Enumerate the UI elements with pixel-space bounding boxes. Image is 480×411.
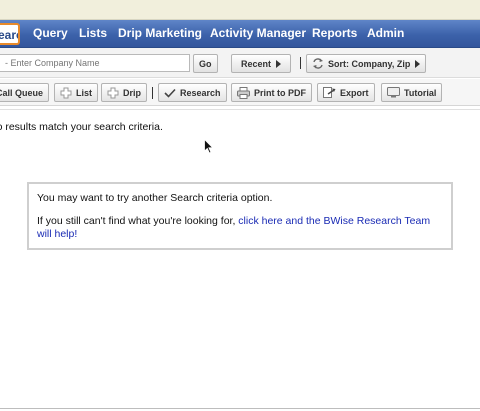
sort-button[interactable]: Sort: Company, Zip [306, 54, 427, 73]
refresh-sort-icon [313, 58, 323, 69]
search-bar: Go Recent Sort: Company, Zip [0, 48, 480, 78]
call-queue-label: Call Queue [0, 87, 44, 98]
action-toolbar: Call Queue List Drip Research Print to P… [0, 79, 480, 106]
mouse-cursor-icon [204, 139, 214, 154]
export-button[interactable]: Export [317, 83, 375, 102]
print-to-pdf-button[interactable]: Print to PDF [231, 83, 312, 102]
checkmark-icon [164, 88, 176, 98]
caret-right-icon [415, 59, 421, 68]
printer-icon [237, 86, 250, 99]
list-label: List [76, 87, 93, 98]
export-label: Export [340, 87, 369, 98]
tab-drip-marketing[interactable]: Drip Marketing [118, 26, 202, 40]
divider [0, 109, 480, 110]
add-drip-button[interactable]: Drip [101, 83, 147, 102]
research-label: Research [180, 87, 221, 98]
no-results-text: No results match your search criteria. [0, 121, 163, 133]
sort-label: Sort: Company, Zip [328, 58, 411, 69]
tutorial-label: Tutorial [404, 87, 437, 98]
plus-icon [107, 87, 119, 98]
message-suggestion: You may want to try another Search crite… [37, 192, 273, 204]
separator [300, 57, 301, 69]
tab-activity-manager[interactable]: Activity Manager [210, 26, 306, 40]
print-label: Print to PDF [254, 87, 306, 98]
tab-search[interactable]: Search [0, 23, 20, 45]
tab-query[interactable]: Query [33, 26, 68, 40]
message-help: If you still can't find what you're look… [37, 215, 447, 241]
tutorial-button[interactable]: Tutorial [381, 83, 443, 102]
caret-right-icon [276, 59, 281, 68]
no-results-message-box: You may want to try another Search crite… [27, 182, 453, 250]
tab-lists[interactable]: Lists [79, 26, 107, 40]
separator [152, 87, 153, 99]
company-name-input[interactable] [0, 54, 190, 72]
go-button[interactable]: Go [193, 54, 218, 73]
recent-label: Recent [240, 58, 271, 69]
tab-admin[interactable]: Admin [367, 26, 404, 40]
call-queue-button[interactable]: Call Queue [0, 83, 50, 102]
plus-icon [60, 87, 72, 98]
research-button[interactable]: Research [158, 83, 227, 102]
drip-label: Drip [123, 87, 141, 98]
bottom-border [0, 408, 480, 409]
export-icon [323, 86, 336, 98]
monitor-icon [387, 87, 400, 98]
add-list-button[interactable]: List [54, 83, 99, 102]
message-help-prefix: If you still can't find what you're look… [37, 215, 239, 227]
tab-reports[interactable]: Reports [312, 26, 357, 40]
browser-top-strip [0, 0, 480, 20]
recent-button[interactable]: Recent [231, 54, 291, 73]
main-nav: Search Query Lists Drip Marketing Activi… [0, 20, 480, 48]
